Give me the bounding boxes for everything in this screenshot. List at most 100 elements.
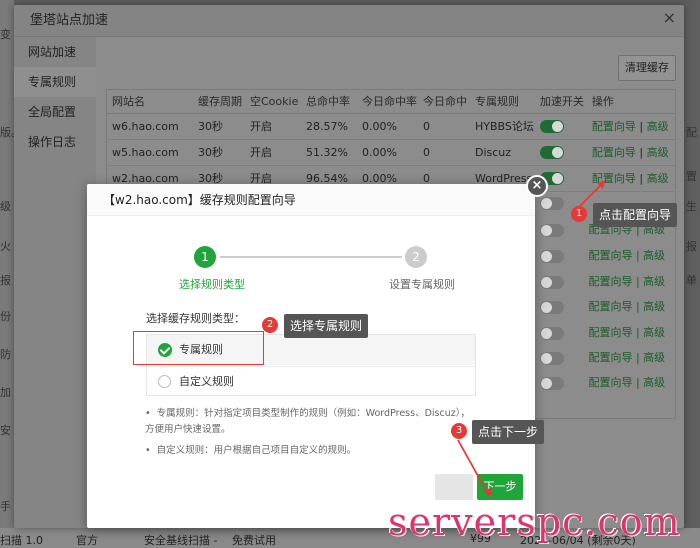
sidebar-item-site-accel[interactable]: 网站加速 <box>14 37 96 67</box>
ops-links[interactable]: 配置向导 | 高级 <box>588 249 665 262</box>
ops-separator: | <box>639 172 644 185</box>
hint-text: 自定义规则：用户根据自己项目自定义的规则。 <box>156 445 357 456</box>
radio-icon <box>158 375 171 388</box>
hint-text: 专属规则：针对指定项目类型制作的规则（例如：WordPress、Discuz），… <box>145 408 470 435</box>
cache-period: 30秒 <box>192 139 244 166</box>
accel-toggle[interactable] <box>540 300 564 314</box>
close-icon[interactable]: × <box>663 8 676 27</box>
list-item: 配置向导 | 高级 <box>540 349 665 365</box>
list-item: 配置向导 | 高级 <box>540 374 665 390</box>
option-label: 自定义规则 <box>179 375 234 388</box>
list-item: 配置向导 | 高级 <box>540 247 665 263</box>
ops-separator: | <box>639 120 644 133</box>
ops-cell: 配置向导 | 高级 <box>585 139 676 166</box>
list-item: 配置向导 | 高级 <box>540 273 665 289</box>
bg-right-text: 报 <box>686 240 697 253</box>
accel-toggle[interactable] <box>540 196 564 210</box>
config-wizard-link[interactable]: 配置向导 <box>592 146 636 159</box>
dialog-title: 【w2.hao.com】缓存规则配置向导 <box>87 184 535 216</box>
highlight-box <box>133 331 264 365</box>
accel-toggle[interactable] <box>540 223 564 237</box>
bg-right-text: 生 <box>686 200 697 213</box>
config-wizard-link[interactable]: 配置向导 <box>592 120 636 133</box>
ops-links[interactable]: 配置向导 | 高级 <box>588 275 665 288</box>
cookie-status: 开启 <box>244 113 300 140</box>
callout-click-next: 点击下一步 <box>472 420 545 444</box>
config-wizard-link[interactable]: 配置向导 <box>592 172 636 185</box>
step-badge-1: 1 <box>571 206 587 222</box>
cookie-status: 开启 <box>244 139 300 166</box>
table-row: w5.hao.com 30秒 开启 51.32% 0.00% 0 Discuz … <box>106 139 676 166</box>
ops-cell: 配置向导 | 高级 <box>585 165 676 192</box>
table-row: w6.hao.com 30秒 开启 28.57% 0.00% 0 HYBBS论坛… <box>106 113 676 140</box>
bg-bottom-text: 扫描 1.0 <box>0 534 43 547</box>
clear-cache-button[interactable]: 清理缓存 <box>618 55 676 81</box>
sidebar-item-operation-log[interactable]: 操作日志 <box>14 127 96 157</box>
table-header-row: 网站名 缓存周期 空Cookie 总命中率 今日命中率 今日命中 专属规则 加速… <box>106 89 676 114</box>
today-rate: 0.00% <box>356 139 417 166</box>
window-title: 堡塔站点加速 <box>14 5 684 37</box>
col-today-rate: 今日命中率 <box>356 89 417 114</box>
cache-period: 30秒 <box>192 113 244 140</box>
advanced-link[interactable]: 高级 <box>647 120 669 133</box>
option-custom-rule[interactable]: 自定义规则 <box>147 366 475 396</box>
bg-right-text: 单 <box>686 274 697 287</box>
today-hit: 0 <box>417 139 469 166</box>
step-badge-2: 2 <box>262 317 278 333</box>
bg-bottom-text: 官方 <box>76 534 98 547</box>
previous-button[interactable] <box>435 474 473 500</box>
advanced-link[interactable]: 高级 <box>647 172 669 185</box>
accel-toggle[interactable] <box>539 119 564 133</box>
free-trial-link[interactable]: 免费试用 <box>232 532 276 548</box>
ops-links[interactable]: 配置向导 | 高级 <box>588 326 665 339</box>
step-1-label: 选择规则类型 <box>179 278 245 291</box>
col-ops: 操作 <box>585 89 676 114</box>
total-rate: 51.32% <box>300 139 356 166</box>
next-button[interactable]: 下一步 <box>477 474 523 500</box>
list-item <box>540 196 564 210</box>
col-period: 缓存周期 <box>192 89 244 114</box>
accel-toggle[interactable] <box>540 351 564 365</box>
ops-separator: | <box>639 146 644 159</box>
ops-links[interactable]: 配置向导 | 高级 <box>588 351 665 364</box>
ops-links[interactable]: 配置向导 | 高级 <box>588 300 665 313</box>
accel-toggle[interactable] <box>540 249 564 263</box>
window-sidebar: 网站加速 专属规则 全局配置 操作日志 <box>14 37 96 528</box>
bg-right-text: 置 <box>686 170 697 183</box>
step-2-label: 设置专属规则 <box>389 278 455 291</box>
accel-switch-cell <box>533 113 586 140</box>
today-rate: 0.00% <box>356 113 417 140</box>
watermark: serverspc.com <box>388 500 681 544</box>
bg-right-text: 配 <box>686 126 697 139</box>
ops-cell: 配置向导 | 高级 <box>585 113 676 140</box>
col-cookie: 空Cookie <box>244 89 300 114</box>
step-1-circle: 1 <box>194 246 216 268</box>
accel-toggle[interactable] <box>539 145 564 159</box>
rule-name: HYBBS论坛 <box>469 113 534 140</box>
callout-click-wizard: 点击配置向导 <box>593 203 678 227</box>
advanced-link[interactable]: 高级 <box>647 146 669 159</box>
callout-choose-exclusive: 选择专属规则 <box>284 314 369 338</box>
sidebar-item-exclusive-rules[interactable]: 专属规则 <box>14 67 96 97</box>
col-rule: 专属规则 <box>469 89 534 114</box>
accel-toggle[interactable] <box>540 326 564 340</box>
total-rate: 28.57% <box>300 113 356 140</box>
step-connector <box>220 256 402 258</box>
step-badge-3: 3 <box>451 423 467 439</box>
ops-links[interactable]: 配置向导 | 高级 <box>588 376 665 389</box>
col-total-rate: 总命中率 <box>300 89 356 114</box>
sidebar-item-global-config[interactable]: 全局配置 <box>14 97 96 127</box>
wizard-steps: 1 2 选择规则类型 设置专属规则 <box>87 242 535 291</box>
site-name: w5.hao.com <box>106 139 192 166</box>
accel-switch-cell <box>533 139 586 166</box>
rule-name: Discuz <box>469 139 534 166</box>
list-item: 配置向导 | 高级 <box>540 298 665 314</box>
site-table: 网站名 缓存周期 空Cookie 总命中率 今日命中率 今日命中 专属规则 加速… <box>106 89 676 192</box>
col-site: 网站名 <box>106 89 192 114</box>
accel-toggle[interactable] <box>540 275 564 289</box>
step-2-circle: 2 <box>405 246 427 268</box>
col-switch: 加速开关 <box>533 89 586 114</box>
accel-toggle[interactable] <box>540 376 564 390</box>
bg-bottom-text: 安全基线扫描 - <box>144 534 218 547</box>
close-icon[interactable]: × <box>526 175 548 197</box>
